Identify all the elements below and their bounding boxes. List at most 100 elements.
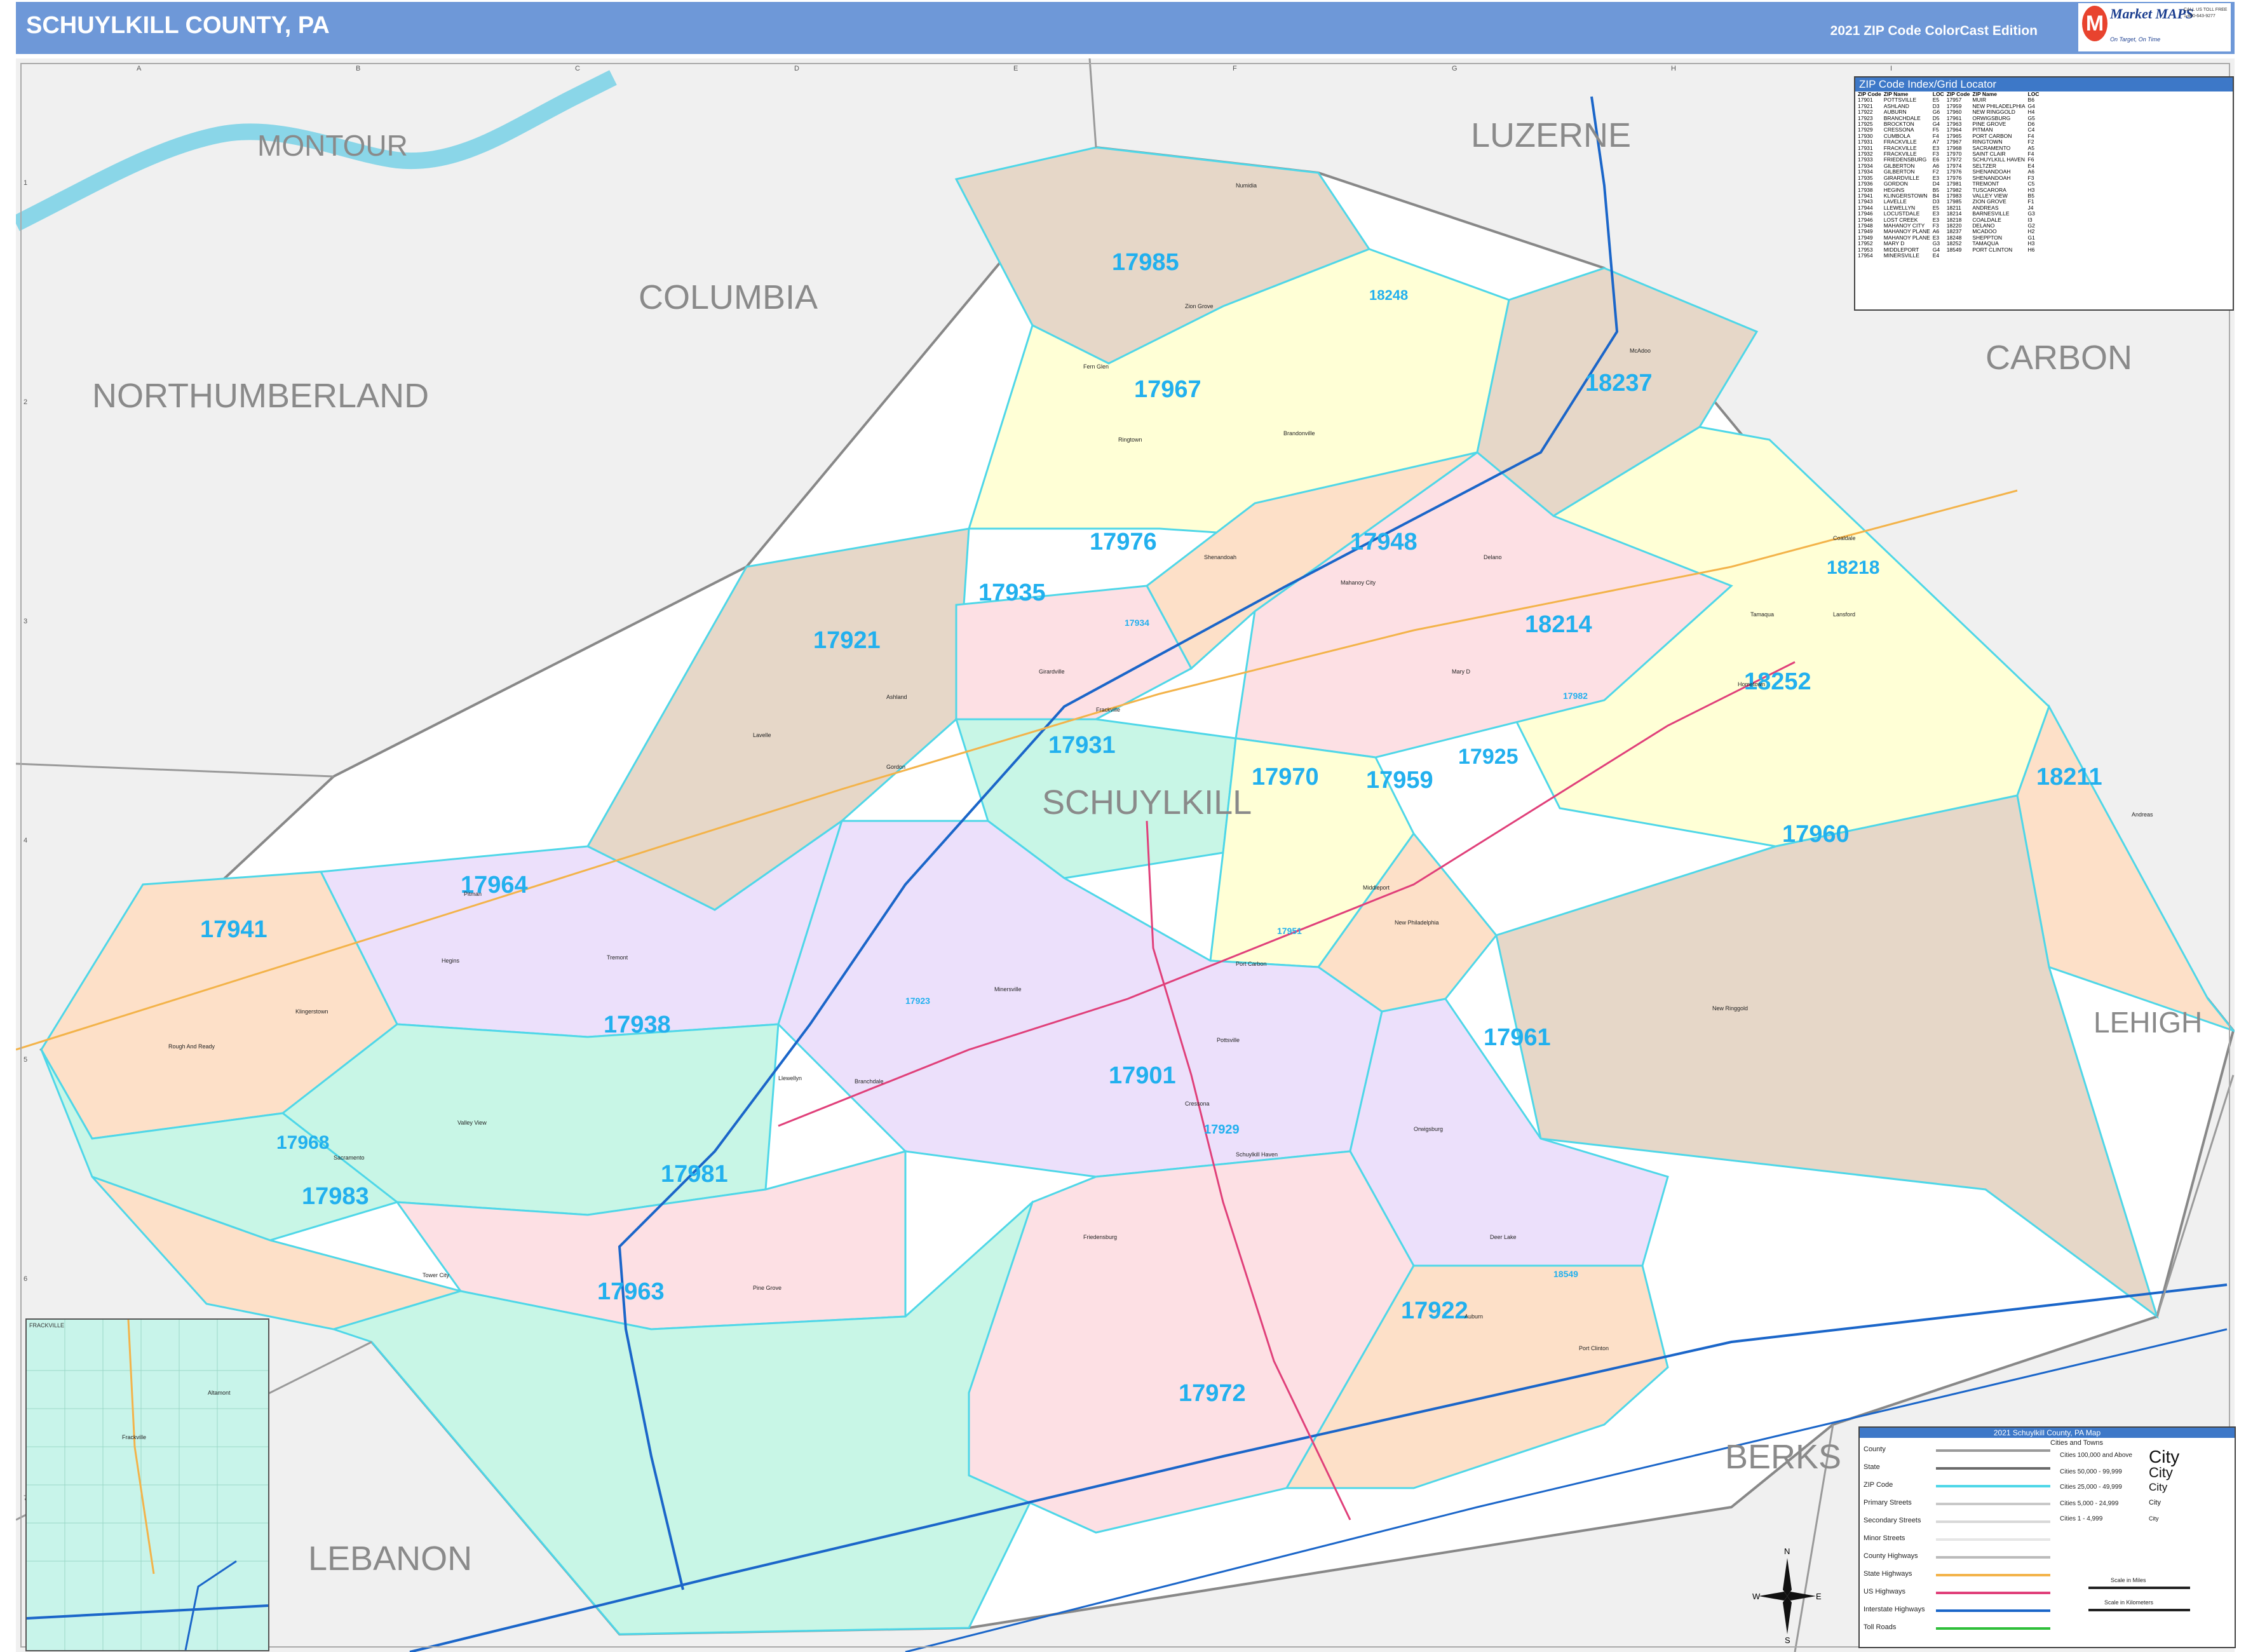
- logo-name: Market MAPS: [2110, 6, 2194, 22]
- county-label-luzerne: LUZERNE: [1471, 116, 1632, 154]
- legend-item-label: Interstate Highways: [1864, 1606, 1925, 1613]
- zip-index-cell: [2028, 253, 2042, 259]
- frackville-inset-map[interactable]: FRACKVILLE Altamont Frackville: [25, 1318, 269, 1651]
- town-label: Lavelle: [753, 732, 771, 738]
- town-label: New Ringgold: [1712, 1005, 1749, 1012]
- town-label: Friedensburg: [1083, 1234, 1118, 1240]
- legend-title: 2021 Schuylkill County, PA Map: [1860, 1428, 2235, 1438]
- legend-item-swatch: [1936, 1609, 2050, 1612]
- county-map[interactable]: A B C D E F G H I 1 2 3 4 5 6 7 MONTOUR …: [16, 58, 2236, 1652]
- legend-item-label: County: [1864, 1446, 1886, 1453]
- town-label: Hometown: [1738, 681, 1766, 687]
- county-label-montour: MONTOUR: [257, 129, 408, 162]
- town-label: Branchdale: [855, 1078, 884, 1085]
- legend-city-class: Cities 100,000 and Above: [2060, 1452, 2132, 1459]
- zip-label: 17968: [276, 1132, 330, 1153]
- legend-city-class: Cities 1 - 4,999: [2060, 1515, 2103, 1522]
- zip-label: 17921: [813, 627, 881, 654]
- town-label: Valley View: [457, 1120, 487, 1126]
- market-maps-logo: M Market MAPS On Target, On Time CALL US…: [2078, 3, 2231, 51]
- town-label: Brandonville: [1283, 430, 1315, 437]
- legend-city-class: Cities 5,000 - 24,999: [2060, 1500, 2119, 1507]
- inset-town-label: Altamont: [208, 1390, 231, 1396]
- grid-col: I: [1890, 65, 1893, 72]
- grid-col: H: [1671, 65, 1676, 72]
- inset-canvas: [27, 1320, 268, 1650]
- town-label: Andreas: [2132, 811, 2153, 818]
- county-label-northumberland: NORTHUMBERLAND: [92, 377, 430, 415]
- zip-label: 17961: [1484, 1024, 1551, 1051]
- town-label: Delano: [1484, 554, 1502, 560]
- zip-label: 17967: [1134, 376, 1201, 403]
- zip-index-cell: [1947, 253, 1973, 259]
- zip-label: 17923: [905, 996, 930, 1006]
- compass-e: E: [1816, 1592, 1822, 1601]
- county-label-lehigh: LEHIGH: [2094, 1006, 2203, 1039]
- zip-label: 17959: [1366, 767, 1433, 794]
- phone-label: CALL US TOLL FREE: [2184, 8, 2228, 12]
- town-label: Numidia: [1236, 182, 1257, 189]
- town-label: Klingerstown: [295, 1008, 328, 1015]
- phone-number: 1-800-643-9277: [2184, 14, 2216, 18]
- town-label: Deer Lake: [1490, 1234, 1517, 1240]
- legend-item-swatch: [1936, 1503, 2050, 1505]
- grid-col: E: [1013, 65, 1018, 72]
- compass-s: S: [1785, 1635, 1790, 1645]
- town-label: Ringtown: [1118, 437, 1142, 443]
- county-label-columbia: COLUMBIA: [639, 278, 818, 316]
- town-label: Hegins: [442, 958, 460, 964]
- compass-w: W: [1752, 1592, 1761, 1601]
- town-label: Auburn: [1465, 1313, 1484, 1320]
- town-label: Minersville: [994, 986, 1022, 992]
- map-legend: 2021 Schuylkill County, PA Map Cities an…: [1858, 1426, 2236, 1648]
- town-label: Frackville: [1096, 707, 1121, 713]
- scale-bar-km: [2088, 1609, 2190, 1611]
- town-label: Orwigsburg: [1414, 1126, 1444, 1132]
- legend-item-label: State Highways: [1864, 1570, 1912, 1578]
- grid-col: G: [1452, 65, 1458, 72]
- legend-city-class: Cities 50,000 - 99,999: [2060, 1468, 2122, 1475]
- zip-label: 18237: [1585, 370, 1653, 396]
- legend-item-label: US Highways: [1864, 1588, 1906, 1595]
- town-label: Pine Grove: [753, 1285, 782, 1291]
- zip-label: 17901: [1109, 1062, 1176, 1089]
- zip-index-cell: E4: [1932, 252, 1940, 259]
- zip-label: 18218: [1827, 557, 1880, 578]
- legend-item-label: ZIP Code: [1864, 1481, 1893, 1489]
- legend-item-label: Secondary Streets: [1864, 1517, 1921, 1524]
- zip-label: 17981: [661, 1161, 728, 1188]
- legend-item-swatch: [1936, 1592, 2050, 1594]
- compass-icon: [1759, 1558, 1816, 1634]
- grid-col: B: [356, 65, 361, 72]
- compass-rose: N S E W: [1752, 1545, 1822, 1647]
- legend-item-swatch: [1936, 1556, 2050, 1559]
- legend-item-swatch: [1936, 1627, 2050, 1630]
- town-label: New Philadelphia: [1395, 919, 1439, 926]
- town-label: Port Carbon: [1236, 961, 1267, 967]
- town-label: Gordon: [886, 764, 906, 770]
- zip-label: 17938: [604, 1012, 671, 1038]
- town-label: Zion Grove: [1185, 303, 1214, 309]
- legend-item-label: Primary Streets: [1864, 1499, 1912, 1506]
- town-label: Pottsville: [1217, 1037, 1240, 1043]
- zip-label: 17985: [1112, 249, 1179, 276]
- grid-row: 4: [24, 837, 28, 844]
- town-label: Pitman: [464, 891, 482, 897]
- legend-scale-miles: Scale in Miles: [2111, 1577, 2146, 1583]
- legend-city-sample: City: [2149, 1515, 2159, 1522]
- zip-index-table: ZIP Code ZIP Name LOC ZIP Code ZIP Name LOC 1…: [1858, 91, 2041, 259]
- town-label: Fern Glen: [1083, 363, 1109, 370]
- zip-index-cell: 18549: [1946, 246, 1962, 253]
- zip-label: 17925: [1458, 745, 1519, 769]
- legend-item-label: Minor Streets: [1864, 1534, 1905, 1542]
- zip-index-cell: 17954: [1858, 252, 1873, 259]
- zip-label: 17960: [1782, 821, 1850, 848]
- town-label: Tamaqua: [1750, 611, 1775, 618]
- grid-col: D: [794, 65, 799, 72]
- town-label: Llewellyn: [778, 1075, 802, 1081]
- legend-item-swatch: [1936, 1574, 2050, 1576]
- logo-tagline: On Target, On Time: [2110, 36, 2161, 43]
- town-label: Lansford: [1833, 611, 1856, 618]
- inset-town-label: Frackville: [122, 1434, 147, 1440]
- legend-city-sample: City: [2149, 1499, 2161, 1506]
